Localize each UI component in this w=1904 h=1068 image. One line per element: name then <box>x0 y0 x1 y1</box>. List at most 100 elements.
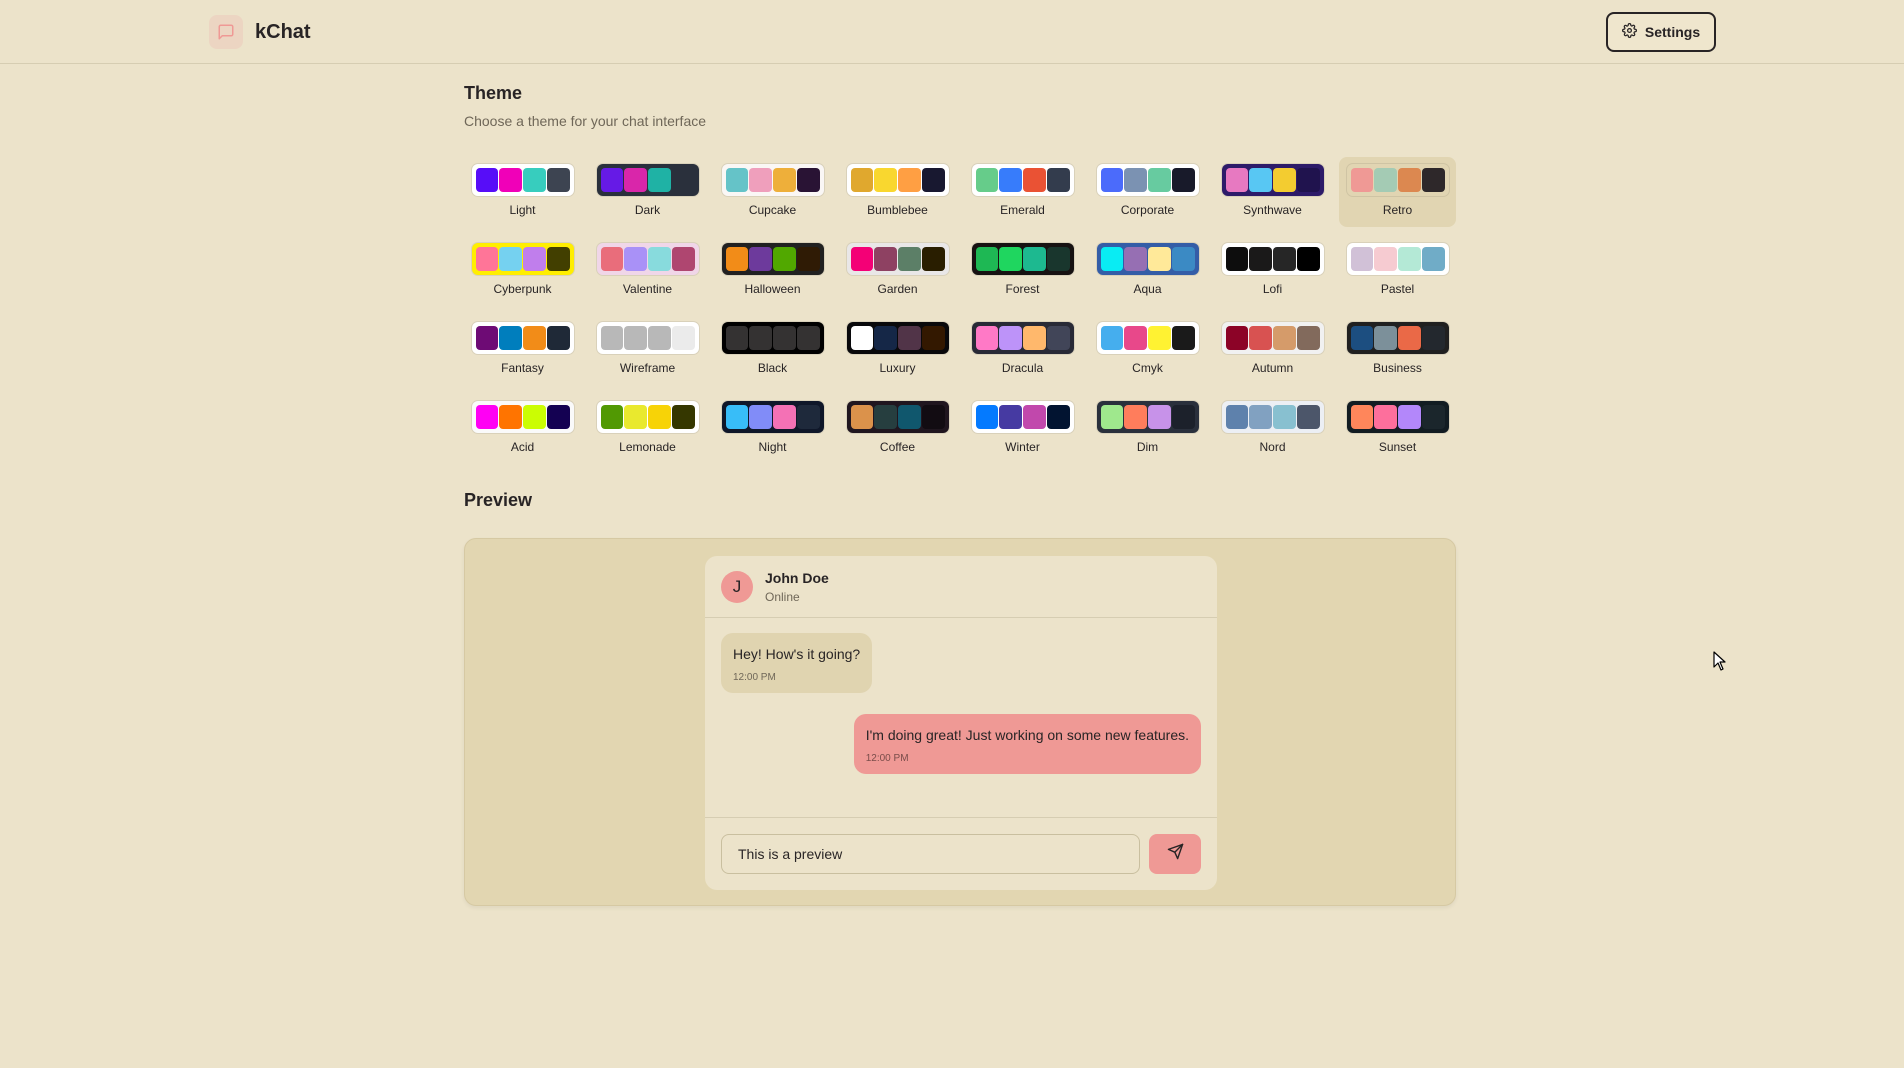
theme-swatches <box>1096 164 1199 196</box>
settings-button[interactable]: Settings <box>1606 12 1716 52</box>
color-swatch <box>1273 168 1296 192</box>
message-time: 12:00 PM <box>865 753 909 764</box>
contact-name: John Doe <box>765 569 829 586</box>
theme-option-dark[interactable]: Dark <box>589 157 706 227</box>
theme-option-dim[interactable]: Dim <box>1089 394 1206 464</box>
color-swatch <box>1046 247 1070 271</box>
color-swatch <box>475 168 499 192</box>
theme-option-business[interactable]: Business <box>1339 315 1456 385</box>
color-swatch <box>523 326 546 350</box>
theme-option-cmyk[interactable]: Cmyk <box>1089 315 1206 385</box>
theme-label: Business <box>1373 361 1422 375</box>
color-swatch <box>1100 405 1124 429</box>
theme-option-aqua[interactable]: Aqua <box>1089 236 1206 306</box>
color-swatch <box>1249 168 1272 192</box>
theme-option-pastel[interactable]: Pastel <box>1339 236 1456 306</box>
theme-option-autumn[interactable]: Autumn <box>1214 315 1331 385</box>
theme-option-nord[interactable]: Nord <box>1214 394 1331 464</box>
theme-label: Retro <box>1382 203 1413 217</box>
theme-option-acid[interactable]: Acid <box>464 394 581 464</box>
color-swatch <box>1124 326 1147 350</box>
color-swatch <box>1398 168 1421 192</box>
theme-option-night[interactable]: Night <box>714 394 831 464</box>
theme-option-dracula[interactable]: Dracula <box>964 315 1081 385</box>
theme-swatches <box>721 164 824 196</box>
theme-option-retro[interactable]: Retro <box>1339 157 1456 227</box>
theme-option-fantasy[interactable]: Fantasy <box>464 315 581 385</box>
color-swatch <box>975 326 999 350</box>
theme-label: Corporate <box>1120 203 1175 217</box>
theme-option-emerald[interactable]: Emerald <box>964 157 1081 227</box>
gear-icon <box>1621 23 1637 41</box>
color-swatch <box>624 326 647 350</box>
theme-label: Autumn <box>1251 361 1294 375</box>
theme-option-sunset[interactable]: Sunset <box>1339 394 1456 464</box>
theme-option-valentine[interactable]: Valentine <box>589 236 706 306</box>
brand[interactable]: kChat <box>209 15 311 49</box>
theme-option-corporate[interactable]: Corporate <box>1089 157 1206 227</box>
theme-label: Bumblebee <box>867 203 928 217</box>
color-swatch <box>874 326 897 350</box>
theme-swatches <box>596 243 699 275</box>
color-swatch <box>1374 168 1397 192</box>
theme-swatches <box>1221 164 1324 196</box>
theme-label: Lofi <box>1262 282 1283 296</box>
theme-label: Cupcake <box>748 203 797 217</box>
color-swatch <box>1350 405 1374 429</box>
theme-option-halloween[interactable]: Halloween <box>714 236 831 306</box>
color-swatch <box>1023 168 1046 192</box>
theme-option-cupcake[interactable]: Cupcake <box>714 157 831 227</box>
theme-label: Wireframe <box>619 361 676 375</box>
send-icon <box>1167 843 1184 865</box>
color-swatch <box>648 247 671 271</box>
color-swatch <box>1374 405 1397 429</box>
color-swatch <box>523 405 546 429</box>
theme-option-lemonade[interactable]: Lemonade <box>589 394 706 464</box>
color-swatch <box>921 405 945 429</box>
theme-label: Lemonade <box>619 440 676 454</box>
theme-option-light[interactable]: Light <box>464 157 581 227</box>
theme-option-coffee[interactable]: Coffee <box>839 394 956 464</box>
color-swatch <box>749 168 772 192</box>
color-swatch <box>1148 247 1171 271</box>
color-swatch <box>1100 247 1124 271</box>
color-swatch <box>1249 326 1272 350</box>
theme-option-garden[interactable]: Garden <box>839 236 956 306</box>
color-swatch <box>1171 326 1195 350</box>
theme-option-winter[interactable]: Winter <box>964 394 1081 464</box>
theme-option-black[interactable]: Black <box>714 315 831 385</box>
color-swatch <box>1421 405 1445 429</box>
theme-option-lofi[interactable]: Lofi <box>1214 236 1331 306</box>
theme-swatches <box>1346 164 1449 196</box>
settings-label: Settings <box>1644 24 1701 40</box>
color-swatch <box>648 326 671 350</box>
message-text: Hey! How's it going? <box>733 646 861 662</box>
color-swatch <box>1046 168 1070 192</box>
color-swatch <box>523 168 546 192</box>
theme-option-forest[interactable]: Forest <box>964 236 1081 306</box>
theme-option-bumblebee[interactable]: Bumblebee <box>839 157 956 227</box>
theme-option-wireframe[interactable]: Wireframe <box>589 315 706 385</box>
theme-option-synthwave[interactable]: Synthwave <box>1214 157 1331 227</box>
color-swatch <box>624 247 647 271</box>
color-swatch <box>624 168 647 192</box>
theme-swatches <box>596 322 699 354</box>
color-swatch <box>850 326 874 350</box>
theme-option-cyberpunk[interactable]: Cyberpunk <box>464 236 581 306</box>
message-time: 12:00 PM <box>733 672 776 683</box>
theme-grid: Light Dark Cupcake Bumblebee Emerald Corporat… <box>464 157 1456 464</box>
color-swatch <box>725 247 749 271</box>
theme-swatches <box>971 243 1074 275</box>
color-swatch <box>975 405 999 429</box>
color-swatch <box>1296 326 1320 350</box>
color-swatch <box>773 326 796 350</box>
theme-option-luxury[interactable]: Luxury <box>839 315 956 385</box>
color-swatch <box>499 247 522 271</box>
color-swatch <box>1148 168 1171 192</box>
message-input[interactable] <box>721 834 1140 874</box>
send-button[interactable] <box>1149 834 1201 874</box>
theme-swatches <box>1221 243 1324 275</box>
color-swatch <box>1124 405 1147 429</box>
color-swatch <box>1148 326 1171 350</box>
theme-swatches <box>1096 243 1199 275</box>
